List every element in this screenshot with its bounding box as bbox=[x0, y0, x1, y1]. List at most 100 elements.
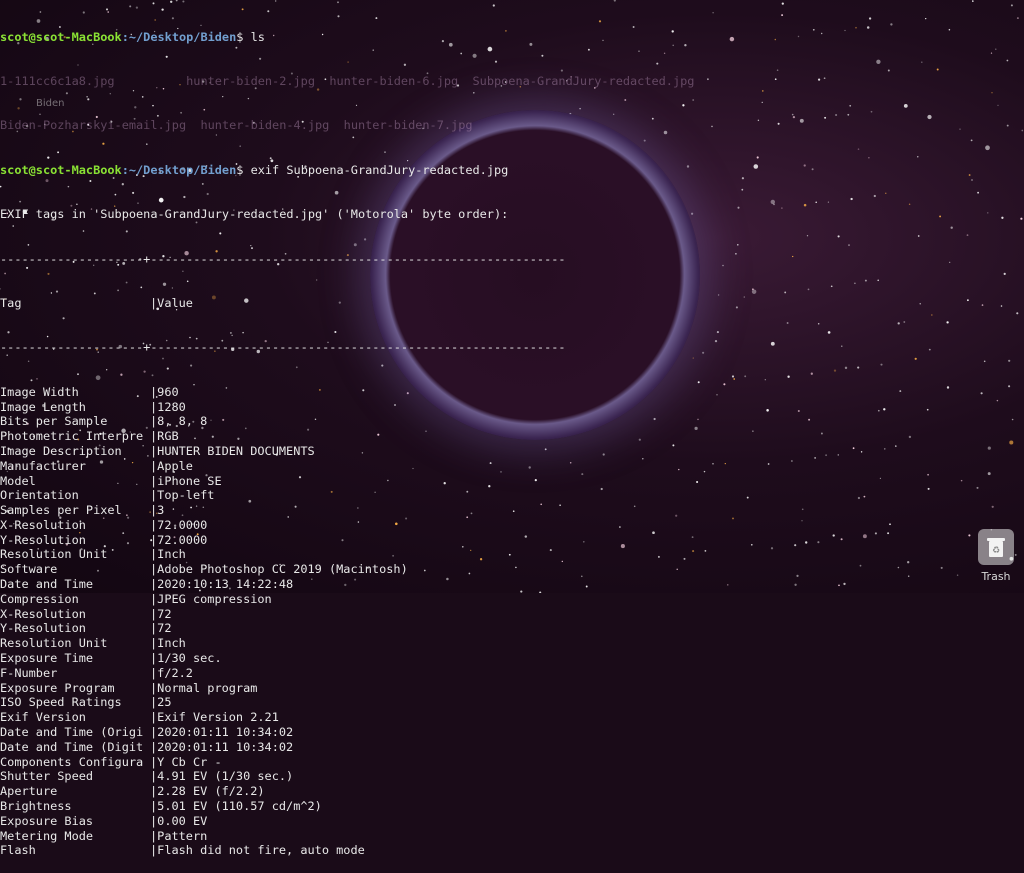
table-row: Y-Resolution |72.0000 bbox=[0, 532, 208, 547]
exif-tag: Model bbox=[0, 473, 36, 488]
table-row: ISO Speed Ratings |25 bbox=[0, 695, 172, 710]
exif-tag: Exposure Time bbox=[0, 651, 94, 666]
exif-tag: Date and Time (Digit bbox=[0, 739, 144, 754]
exif-tag: Samples per Pixel bbox=[0, 503, 122, 518]
exif-value: 25 bbox=[157, 695, 172, 710]
table-row: Exposure Bias |0.00 EV bbox=[0, 813, 208, 828]
prompt-line-ls: scot@scot-MacBook:~/Desktop/Biden$ ls bbox=[0, 30, 1024, 45]
table-row: Image Width |960 bbox=[0, 384, 179, 399]
exif-value: 2020:01:11 10:34:02 bbox=[157, 725, 294, 740]
table-row: Date and Time |2020:10:13 14:22:48 bbox=[0, 577, 294, 592]
exif-value: Flash did not fire, auto mode bbox=[157, 843, 365, 858]
exif-tag: Photometric Interpre bbox=[0, 429, 144, 444]
exif-value: 72.0000 bbox=[157, 532, 208, 547]
exif-tag: Compression bbox=[0, 591, 79, 606]
exif-value: 72 bbox=[157, 606, 172, 621]
exif-tag: Shutter Speed bbox=[0, 769, 94, 784]
table-row: Samples per Pixel |3 bbox=[0, 503, 165, 518]
exif-value: RGB bbox=[157, 429, 179, 444]
ls-output-row: Biden-Pozharskyi-email.jpg hunter-biden-… bbox=[0, 118, 1024, 133]
exif-value: 3 bbox=[157, 503, 165, 518]
ls-output-row: 1-111cc6c1a8.jpg hunter-biden-2.jpg hunt… bbox=[0, 74, 1024, 89]
exif-value: Exif Version 2.21 bbox=[157, 710, 279, 725]
table-row: Software |Adobe Photoshop CC 2019 (Macint… bbox=[0, 562, 408, 577]
exif-value: 1280 bbox=[157, 399, 186, 414]
exif-tag: Image Length bbox=[0, 399, 86, 414]
exif-value: 72.0000 bbox=[157, 517, 208, 532]
exif-tag: Date and Time (Origi bbox=[0, 725, 144, 740]
exif-tag: X-Resolution bbox=[0, 606, 86, 621]
column-header-tag: Tag bbox=[0, 295, 22, 310]
table-row: Image Length |1280 bbox=[0, 399, 186, 414]
terminal-output[interactable]: scot@scot-MacBook:~/Desktop/Biden$ ls 1-… bbox=[0, 0, 1024, 858]
exif-value: iPhone SE bbox=[157, 473, 222, 488]
table-row: Date and Time (Digit |2020:01:11 10:34:02 bbox=[0, 739, 294, 754]
exif-value: 1/30 sec. bbox=[157, 651, 222, 666]
table-row: Exposure Time |1/30 sec. bbox=[0, 651, 222, 666]
table-separator: --------------------+-------------------… bbox=[0, 340, 566, 355]
exif-value: Normal program bbox=[157, 680, 258, 695]
exif-value: JPEG compression bbox=[157, 591, 272, 606]
exif-value: 2020:10:13 14:22:48 bbox=[157, 577, 294, 592]
exif-value: 4.91 EV (1/30 sec.) bbox=[157, 769, 294, 784]
ls-item: 1-111cc6c1a8.jpg bbox=[0, 73, 115, 88]
table-row: Image Description |HUNTER BIDEN DOCUMENTS bbox=[0, 443, 315, 458]
exif-tag: Flash bbox=[0, 843, 36, 858]
exif-tag: Resolution Unit bbox=[0, 547, 108, 562]
exif-tag: ISO Speed Ratings bbox=[0, 695, 122, 710]
exif-tag: Software bbox=[0, 562, 58, 577]
table-row: Shutter Speed |4.91 EV (1/30 sec.) bbox=[0, 769, 294, 784]
exif-tag: Resolution Unit bbox=[0, 636, 108, 651]
table-row: Resolution Unit |Inch bbox=[0, 547, 186, 562]
table-row: Components Configura |Y Cb Cr - bbox=[0, 754, 222, 769]
exif-tag: Brightness bbox=[0, 799, 72, 814]
exif-tag: Exif Version bbox=[0, 710, 86, 725]
ls-item: hunter-biden-2.jpg bbox=[186, 73, 315, 88]
exif-value: 960 bbox=[157, 384, 179, 399]
exif-tag: Manufacturer bbox=[0, 458, 86, 473]
exif-value: Apple bbox=[157, 458, 193, 473]
ls-item: hunter-biden-4.jpg bbox=[200, 118, 330, 133]
table-row: Resolution Unit |Inch bbox=[0, 636, 186, 651]
exif-value: 2020:01:11 10:34:02 bbox=[157, 739, 294, 754]
column-header-value: Value bbox=[157, 295, 193, 310]
exif-tag: Image Description bbox=[0, 443, 122, 458]
table-row: Date and Time (Origi |2020:01:11 10:34:02 bbox=[0, 725, 294, 740]
table-row: Compression |JPEG compression bbox=[0, 591, 272, 606]
prompt-user: scot@scot-MacBook bbox=[0, 162, 122, 177]
table-row: Flash |Flash did not fire, auto mode bbox=[0, 843, 365, 858]
exif-tag: Exposure Program bbox=[0, 680, 115, 695]
table-row: F-Number |f/2.2 bbox=[0, 665, 193, 680]
table-row: Exposure Program |Normal program bbox=[0, 680, 258, 695]
exif-value: 0.00 EV bbox=[157, 813, 208, 828]
table-row: Aperture |2.28 EV (f/2.2) bbox=[0, 784, 265, 799]
exif-tag: Image Width bbox=[0, 384, 79, 399]
prompt-user: scot@scot-MacBook bbox=[0, 29, 122, 44]
exif-table-body: Image Width |960 Image Length |1280 Bits per… bbox=[0, 385, 1024, 859]
table-row: Photometric Interpre |RGB bbox=[0, 429, 179, 444]
table-row: Manufacturer |Apple bbox=[0, 458, 193, 473]
exif-tag: Exposure Bias bbox=[0, 813, 94, 828]
exif-tag: Orientation bbox=[0, 488, 79, 503]
exif-header: EXIF tags in 'Subpoena-GrandJury-redacte… bbox=[0, 207, 509, 222]
prompt-path: :~/Desktop/Biden bbox=[121, 29, 237, 44]
exif-tag: X-Resolution bbox=[0, 517, 86, 532]
exif-tag: F-Number bbox=[0, 665, 58, 680]
exif-tag: Components Configura bbox=[0, 754, 144, 769]
table-row: Model |iPhone SE bbox=[0, 473, 222, 488]
prompt-line-exif: scot@scot-MacBook:~/Desktop/Biden$ exif … bbox=[0, 163, 1024, 178]
table-header-row: Tag |Value bbox=[0, 295, 193, 310]
table-separator: --------------------+-------------------… bbox=[0, 251, 566, 266]
exif-value: 72 bbox=[157, 621, 172, 636]
exif-tag: Y-Resolution bbox=[0, 532, 86, 547]
exif-value: 8, 8, 8 bbox=[157, 414, 208, 429]
ls-item: Subpoena-GrandJury-redacted.jpg bbox=[472, 73, 695, 88]
table-row: Bits per Sample |8, 8, 8 bbox=[0, 414, 208, 429]
table-row: X-Resolution |72 bbox=[0, 606, 172, 621]
prompt-path: :~/Desktop/Biden bbox=[121, 162, 237, 177]
table-row: Brightness |5.01 EV (110.57 cd/m^2) bbox=[0, 799, 322, 814]
exif-value: Inch bbox=[157, 547, 186, 562]
table-row: Y-Resolution |72 bbox=[0, 621, 172, 636]
exif-value: Y Cb Cr - bbox=[157, 754, 222, 769]
exif-tag: Date and Time bbox=[0, 577, 94, 592]
